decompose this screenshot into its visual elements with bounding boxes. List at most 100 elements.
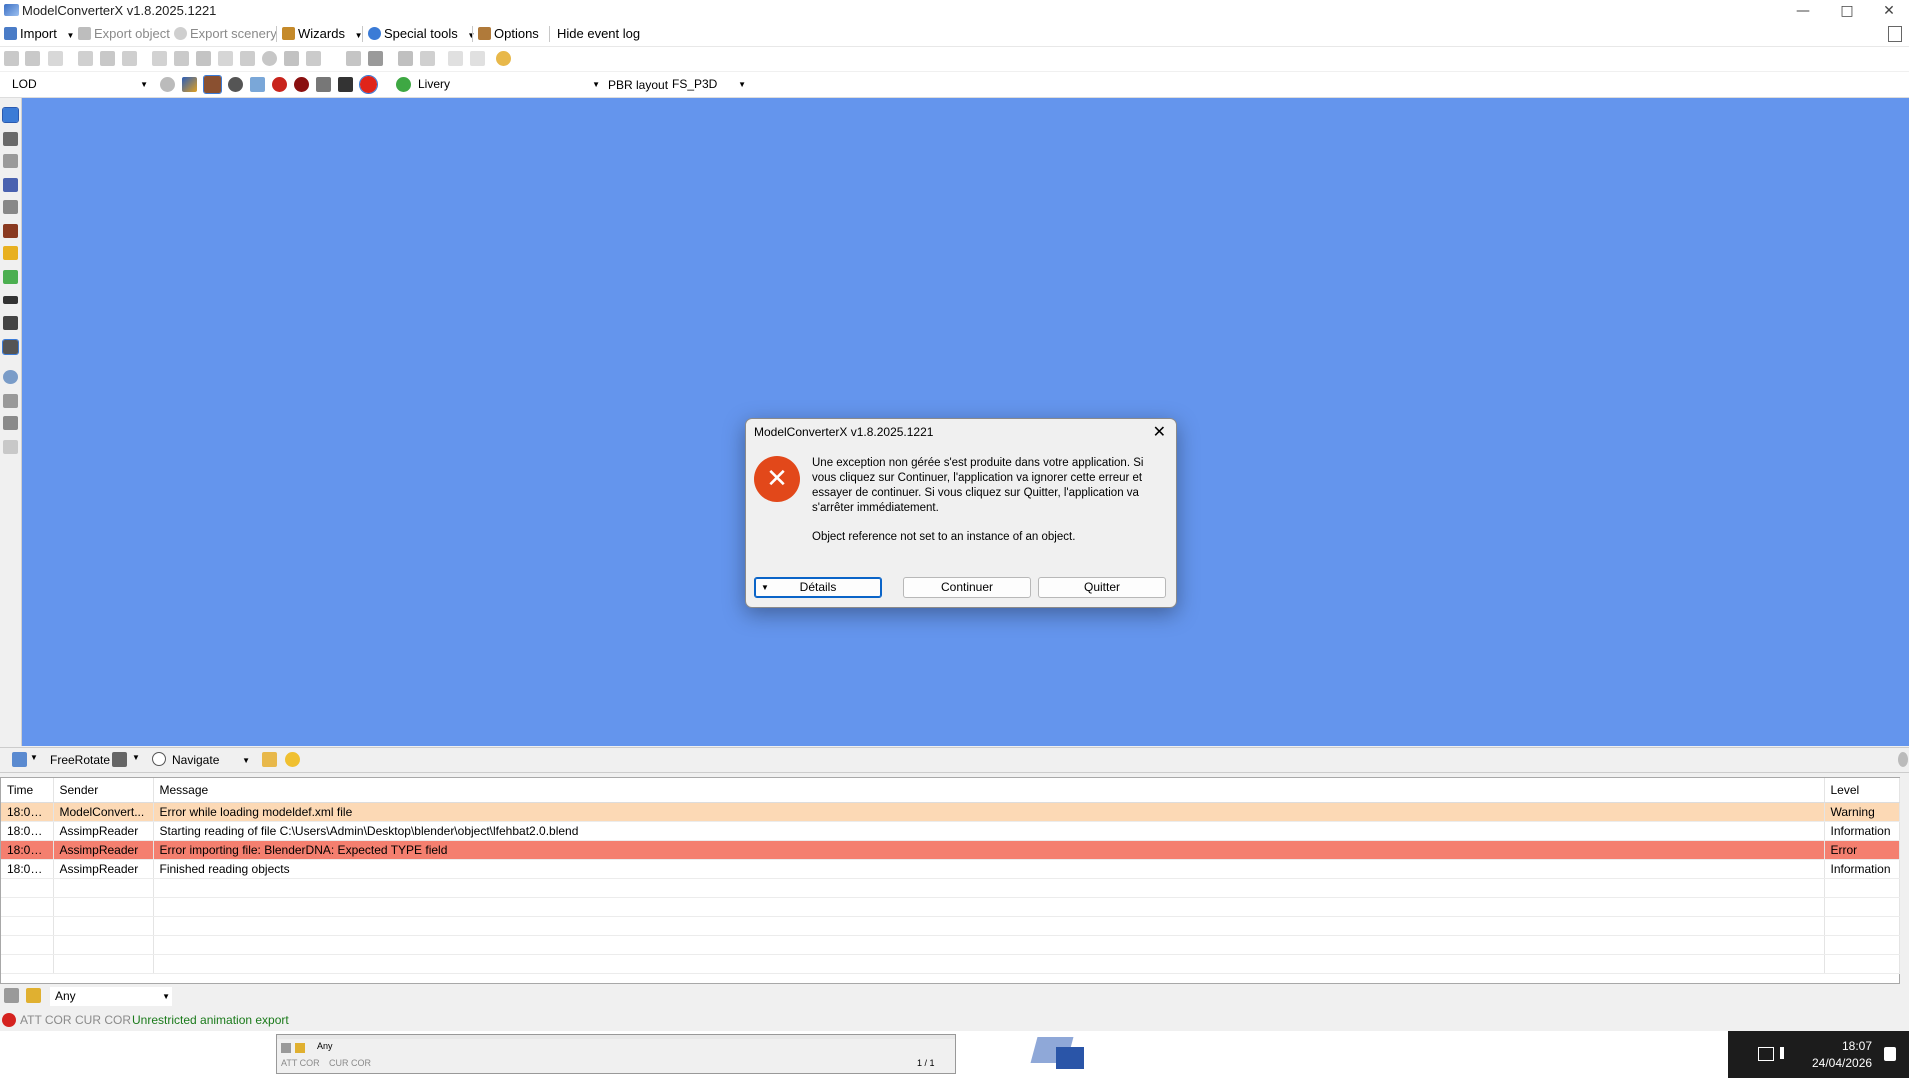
- chevron-down-icon[interactable]: ▼: [30, 753, 38, 762]
- wireframe-icon[interactable]: [316, 77, 331, 92]
- material-icon[interactable]: [203, 75, 222, 94]
- import-button[interactable]: Import ▼: [4, 25, 74, 43]
- group-icon[interactable]: [100, 51, 115, 66]
- wand-icon: [282, 27, 295, 40]
- app-thumbnail-icon[interactable]: [1030, 1033, 1096, 1073]
- continue-button[interactable]: Continuer: [903, 577, 1031, 598]
- cut-icon[interactable]: [240, 51, 255, 66]
- teapot-icon[interactable]: [359, 75, 378, 94]
- level-filter-select[interactable]: Any ▼: [50, 987, 172, 1006]
- hierarchy-icon[interactable]: [122, 51, 137, 66]
- redo-icon[interactable]: [470, 51, 485, 66]
- plane-icon[interactable]: [3, 316, 18, 330]
- chevron-down-icon[interactable]: ▼: [132, 753, 140, 762]
- details-button[interactable]: ▼ Détails: [754, 577, 882, 598]
- speaker-icon[interactable]: [1780, 1047, 1796, 1059]
- notification-icon[interactable]: [1884, 1047, 1896, 1061]
- settings-wheel-icon[interactable]: [160, 77, 175, 92]
- refresh-icon[interactable]: [396, 77, 411, 92]
- sphere-icon[interactable]: [262, 51, 277, 66]
- column-header-time[interactable]: Time: [1, 778, 54, 803]
- network-icon[interactable]: [1758, 1047, 1774, 1061]
- navigate-select[interactable]: Navigate ▼: [172, 751, 252, 770]
- layer-icon[interactable]: [218, 51, 233, 66]
- film-icon[interactable]: [196, 51, 211, 66]
- settings-icon[interactable]: [1898, 752, 1908, 767]
- wizards-button[interactable]: Wizards ▼: [282, 25, 363, 43]
- normals-icon[interactable]: [250, 77, 265, 92]
- column-header-level[interactable]: Level: [1824, 778, 1900, 803]
- column-header-message[interactable]: Message: [153, 778, 1825, 803]
- chevron-down-icon: ▼: [162, 992, 170, 1001]
- texture-icon[interactable]: [174, 51, 189, 66]
- export-object-button[interactable]: Export object: [78, 25, 170, 43]
- ground-icon[interactable]: [3, 270, 18, 284]
- clear-log-icon[interactable]: [26, 988, 41, 1003]
- hide-event-log-button[interactable]: Hide event log: [557, 25, 640, 43]
- cell-message: Starting reading of file C:\Users\Admin\…: [153, 821, 1825, 841]
- tools-icon[interactable]: [2, 339, 19, 355]
- quit-button[interactable]: Quitter: [1038, 577, 1166, 598]
- chevron-down-icon[interactable]: ▼: [66, 31, 74, 40]
- checker-sphere-icon[interactable]: [272, 77, 287, 92]
- blocks-icon[interactable]: [284, 51, 299, 66]
- table-row[interactable]: 18:07:00 AssimpReader Starting reading o…: [1, 821, 1900, 841]
- table-row[interactable]: 18:07:00 ModelConvert... Error while loa…: [1, 802, 1900, 822]
- dialog-close-icon[interactable]: ✕: [1153, 422, 1166, 441]
- empty-row: [1, 935, 1900, 955]
- merge-icon[interactable]: [306, 51, 321, 66]
- close-window-button[interactable]: ✕: [1866, 0, 1909, 22]
- frame-icon[interactable]: [398, 51, 413, 66]
- cell-time: 18:07:00: [1, 859, 54, 879]
- wrench-icon: [478, 27, 491, 40]
- sphere-shade-icon[interactable]: [228, 77, 243, 92]
- undo-icon[interactable]: [448, 51, 463, 66]
- fit-view-icon[interactable]: [12, 752, 27, 767]
- shadow-icon[interactable]: [338, 77, 353, 92]
- figure-icon[interactable]: [368, 51, 383, 66]
- document-icon[interactable]: [48, 51, 63, 66]
- export-scenery-button[interactable]: Export scenery: [174, 25, 277, 43]
- brush-icon[interactable]: [3, 154, 18, 168]
- table-row[interactable]: 18:07:00 AssimpReader Finished reading o…: [1, 859, 1900, 879]
- arrows-icon[interactable]: [3, 296, 18, 304]
- checker-dark-icon[interactable]: [294, 77, 309, 92]
- grid-icon[interactable]: [2, 107, 19, 123]
- window-preview[interactable]: Any ATT COR CUR COR 1 / 1: [276, 1034, 956, 1074]
- camera-mode-label[interactable]: FreeRotate: [50, 753, 110, 767]
- forward-arrow-icon[interactable]: [25, 51, 40, 66]
- history-icon[interactable]: [496, 51, 511, 66]
- panel-toggle-icon[interactable]: [1888, 26, 1902, 42]
- effects-icon[interactable]: [262, 752, 277, 767]
- link-icon[interactable]: [346, 51, 361, 66]
- column-header-sender[interactable]: Sender: [53, 778, 154, 803]
- special-tools-button[interactable]: Special tools ▼: [368, 25, 475, 43]
- maximize-button[interactable]: □: [1824, 0, 1870, 22]
- edit-note-icon[interactable]: [4, 988, 19, 1003]
- table-row[interactable]: 18:07:00 AssimpReader Error importing fi…: [1, 840, 1900, 860]
- cube-icon[interactable]: [182, 77, 197, 92]
- eye-icon[interactable]: [3, 370, 18, 384]
- material-yellow-icon[interactable]: [3, 246, 18, 260]
- import-panel-icon[interactable]: [3, 416, 18, 430]
- texture-brick-icon[interactable]: [3, 224, 18, 238]
- hand-icon[interactable]: [3, 440, 18, 454]
- camera-icon[interactable]: [112, 752, 127, 767]
- clock-time[interactable]: 18:07: [1812, 1039, 1872, 1053]
- back-arrow-icon[interactable]: [4, 51, 19, 66]
- box-icon[interactable]: [3, 200, 18, 214]
- magic-wand-icon[interactable]: [3, 132, 18, 146]
- clock-date[interactable]: 24/04/2026: [1812, 1056, 1872, 1070]
- molecule-icon[interactable]: [3, 178, 18, 192]
- table-icon[interactable]: [420, 51, 435, 66]
- livery-select[interactable]: Livery ▼: [418, 75, 602, 94]
- lod-select[interactable]: LOD ▼: [6, 75, 150, 94]
- options-button[interactable]: Options: [478, 25, 539, 43]
- crosshair-icon[interactable]: [152, 752, 166, 766]
- light-bulb-icon[interactable]: [285, 752, 300, 767]
- export-panel-icon[interactable]: [3, 394, 18, 408]
- page-icon[interactable]: [152, 51, 167, 66]
- preview-icon[interactable]: [78, 51, 93, 66]
- pbr-layout-select[interactable]: FS_P3D ▼: [672, 75, 748, 94]
- minimize-button[interactable]: —: [1780, 0, 1826, 22]
